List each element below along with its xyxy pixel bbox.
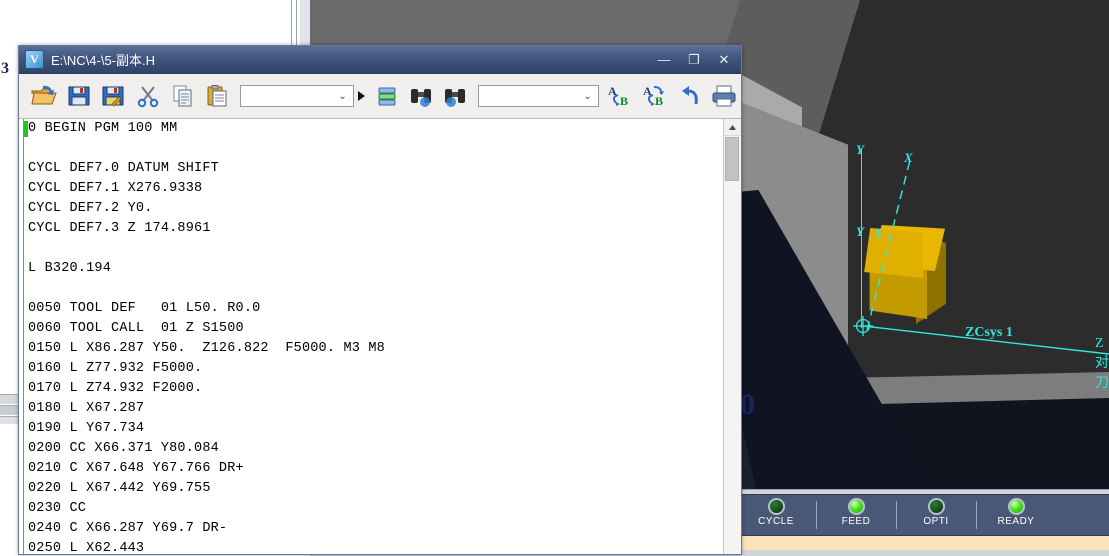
- scroll-up-arrow-icon[interactable]: [724, 119, 741, 136]
- code-line: 0150 L X86.287 Y50. Z126.822 F5000. M3 M…: [28, 341, 385, 356]
- code-line: 0250 L X62.443: [28, 541, 145, 554]
- minimize-button[interactable]: —: [649, 49, 679, 71]
- csys-label: ZCsys 1: [965, 325, 1013, 340]
- block-select-button[interactable]: [369, 77, 404, 115]
- led-indicator-icon: [1007, 498, 1025, 515]
- copy-icon: [173, 85, 192, 107]
- code-line: 0170 L Z74.932 F2000.: [28, 381, 203, 396]
- code-line: 0160 L Z77.932 F5000.: [28, 361, 203, 376]
- code-line: 0220 L X67.442 Y69.755: [28, 481, 211, 496]
- scissors-icon: [137, 86, 159, 108]
- svg-text:B: B: [620, 94, 628, 108]
- floppy-disk-icon: [68, 86, 90, 106]
- search-combo[interactable]: ⌄: [240, 85, 354, 107]
- copy-button[interactable]: [165, 77, 200, 115]
- binoculars-icon: [410, 89, 431, 107]
- save-as-button[interactable]: [96, 77, 131, 115]
- replace-combo[interactable]: ⌄: [478, 85, 599, 107]
- led-indicator-icon: [927, 498, 945, 515]
- led-separator: [896, 501, 897, 529]
- led-separator: [976, 501, 977, 529]
- chevron-down-icon-2: ⌄: [583, 90, 592, 102]
- scroll-thumb[interactable]: [725, 137, 739, 181]
- status-led-opti: OPTI: [906, 495, 966, 535]
- led-label: CYCLE: [758, 516, 794, 527]
- background-left-marker: 3: [1, 60, 9, 77]
- code-line: 0200 CC X66.371 Y80.084: [28, 441, 219, 456]
- save-file-button[interactable]: [62, 77, 97, 115]
- code-line: CYCL DEF7.3 Z 174.8961: [28, 221, 211, 236]
- code-line: 0 BEGIN PGM 100 MM: [28, 121, 178, 136]
- led-label: READY: [997, 516, 1035, 527]
- open-folder-icon: [31, 85, 57, 105]
- cut-button[interactable]: [131, 77, 166, 115]
- code-lines: 0 BEGIN PGM 100 MM CYCL DEF7.0 DATUM SHIF…: [28, 119, 723, 554]
- led-label: OPTI: [923, 516, 949, 527]
- code-line: 0230 CC: [28, 501, 87, 516]
- code-line: 0060 TOOL CALL 01 Z S1500: [28, 321, 244, 336]
- replace-all-button[interactable]: A B: [637, 77, 672, 115]
- led-label: FEED: [841, 516, 871, 527]
- code-line: CYCL DEF7.0 DATUM SHIFT: [28, 161, 219, 176]
- chevron-down-icon: ⌄: [338, 90, 347, 102]
- paste-icon: [207, 85, 227, 107]
- printer-icon: [712, 85, 736, 107]
- window-title: E:\NC\4-\5-副本.H: [51, 53, 156, 68]
- editor-toolbar[interactable]: ⌄ ⌄ A B A B: [19, 74, 741, 119]
- code-line: 0190 L Y67.734: [28, 421, 145, 436]
- code-line: CYCL DEF7.2 Y0.: [28, 201, 153, 216]
- apply-arrow-icon[interactable]: [357, 91, 365, 101]
- led-indicator-icon: [847, 498, 865, 515]
- code-line: 0050 TOOL DEF 01 L50. R0.0: [28, 301, 261, 316]
- find-next-button[interactable]: [438, 77, 473, 115]
- z-tool-setting-label: Z对刀: [1095, 336, 1109, 391]
- block-rows-icon: [378, 87, 396, 106]
- paste-button[interactable]: [200, 77, 235, 115]
- code-line: CYCL DEF7.1 X276.9338: [28, 181, 203, 196]
- status-led-feed: FEED: [826, 495, 886, 535]
- open-file-button[interactable]: [27, 77, 62, 115]
- axis-x-dashed: [866, 159, 911, 331]
- status-led-ready: READY: [986, 495, 1046, 535]
- close-button[interactable]: ✕: [709, 49, 739, 71]
- replace-button[interactable]: A B: [603, 77, 638, 115]
- binoculars-next-icon: [445, 89, 466, 107]
- maximize-button[interactable]: ❐: [679, 49, 709, 71]
- code-area[interactable]: 0 BEGIN PGM 100 MM CYCL DEF7.0 DATUM SHIF…: [24, 119, 723, 554]
- replace-all-icon: A B: [643, 84, 664, 108]
- svg-text:B: B: [655, 94, 663, 108]
- code-line: 0180 L X67.287: [28, 401, 145, 416]
- window-title-bar[interactable]: V E:\NC\4-\5-副本.H — ❐ ✕: [19, 46, 741, 74]
- find-button[interactable]: [403, 77, 438, 115]
- app-logo-icon: V: [25, 50, 44, 69]
- code-line: 0210 C X67.648 Y67.766 DR+: [28, 461, 244, 476]
- undo-button[interactable]: [672, 77, 707, 115]
- editor-vertical-scrollbar[interactable]: [723, 119, 741, 554]
- axis-x-top-label: X: [904, 150, 913, 165]
- replace-a-to-b-icon: A B: [608, 84, 628, 108]
- axis-x-origin-label: X: [874, 225, 883, 240]
- led-separator: [816, 501, 817, 529]
- code-line: 0240 C X66.287 Y69.7 DR-: [28, 521, 228, 536]
- status-led-cycle: CYCLE: [746, 495, 806, 535]
- code-line: L B320.194: [28, 261, 112, 276]
- save-as-icon: [102, 86, 124, 107]
- undo-arrow-icon: [682, 86, 698, 105]
- cursor-marker: [24, 121, 28, 137]
- led-indicator-icon: [767, 498, 785, 515]
- editor-body[interactable]: 0 BEGIN PGM 100 MM CYCL DEF7.0 DATUM SHIF…: [19, 119, 741, 554]
- nc-editor-window[interactable]: V E:\NC\4-\5-副本.H — ❐ ✕ ⌄ ⌄ A B A B 0 BE…: [18, 45, 742, 555]
- print-button[interactable]: [706, 77, 741, 115]
